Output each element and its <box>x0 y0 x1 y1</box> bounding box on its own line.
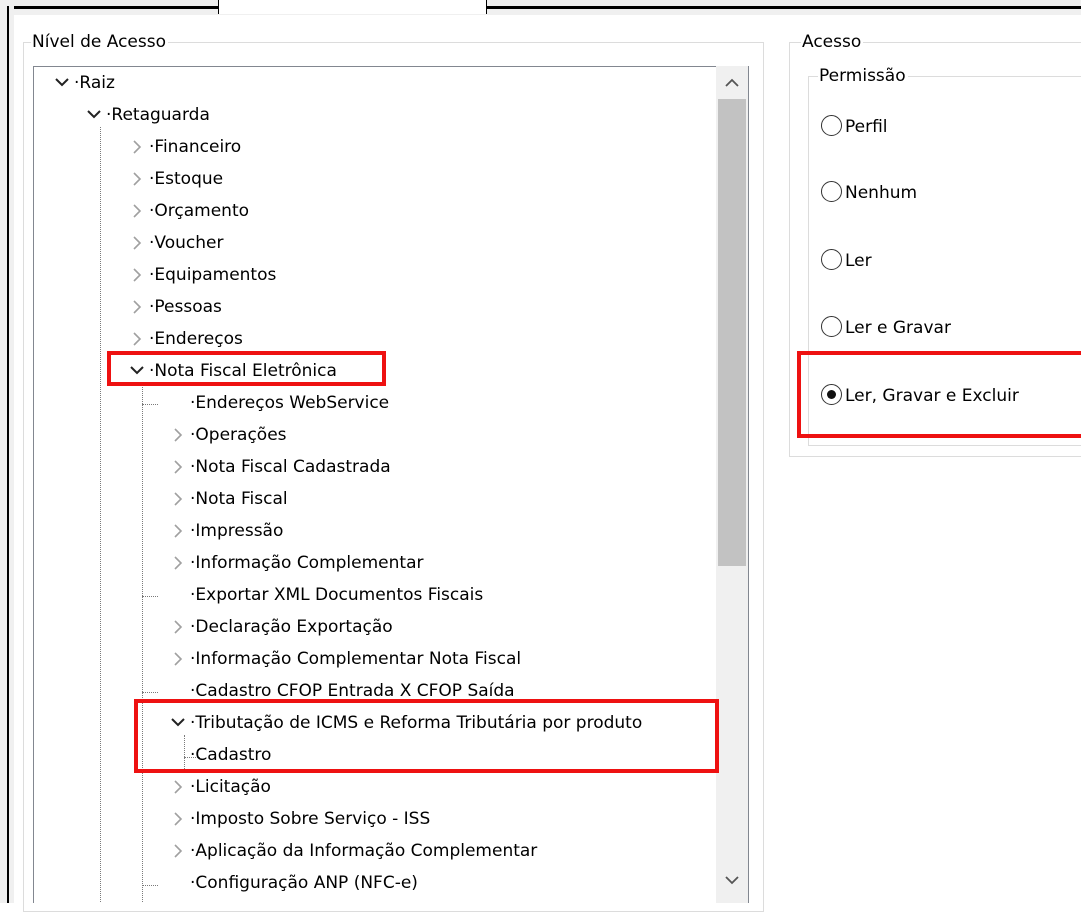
tree-item-label: ·Aplicação da Informação Complementar <box>190 841 538 861</box>
tree-item[interactable]: ·Exportar XML Documentos Fiscais <box>34 579 748 611</box>
chevron-right-icon[interactable] <box>170 451 186 483</box>
access-title: Acesso <box>801 31 864 53</box>
highlight-box <box>107 351 386 386</box>
chevron-right-icon[interactable] <box>170 483 186 515</box>
chevron-right-icon[interactable] <box>170 419 186 451</box>
tree-item[interactable]: ·Aplicação da Informação Complementar <box>34 835 748 867</box>
permission-option[interactable]: Ler <box>821 246 1061 276</box>
chevron-right-icon[interactable] <box>170 643 186 675</box>
scroll-thumb[interactable] <box>718 99 746 566</box>
radio-button[interactable] <box>821 316 842 337</box>
tree-item-label: ·Operações <box>190 425 287 445</box>
tree-item[interactable]: ·Endereços WebService <box>34 387 748 419</box>
access-level-title: Nível de Acesso <box>31 31 168 53</box>
tree-item-label: ·Nota Fiscal <box>190 489 288 509</box>
chevron-right-icon[interactable] <box>129 259 145 291</box>
tree-item[interactable]: ·Configuração ANP (NFC-e) <box>34 867 748 899</box>
chevron-right-icon[interactable] <box>170 771 186 803</box>
radio-button[interactable] <box>821 181 842 202</box>
tree-item-label: ·Informação Complementar Nota Fiscal <box>190 649 522 669</box>
access-tree[interactable]: ·Raiz ·Retaguarda ·Financeiro ·Estoque ·Orça… <box>33 66 749 903</box>
tree-item-label: ·Exportar XML Documentos Fiscais <box>190 585 484 605</box>
tree-item-label: ·Financeiro <box>149 137 242 157</box>
chevron-down-icon[interactable] <box>54 67 70 99</box>
tree-item-label: ·Equipamentos <box>149 265 277 285</box>
tree-item[interactable]: ·Informação Complementar <box>34 547 748 579</box>
tree-item-label: ·Imposto Sobre Serviço - ISS <box>190 809 431 829</box>
tree-item[interactable]: ·Imposto Sobre Serviço - ISS <box>34 803 748 835</box>
tree-item[interactable]: ·Informação Complementar Nota Fiscal <box>34 643 748 675</box>
tree-item[interactable]: ·Financeiro <box>34 131 748 163</box>
tree-item-label: ·Nota Fiscal Cadastrada <box>190 457 391 477</box>
tree-item-label: ·Impressão <box>190 521 284 541</box>
tree-item[interactable]: ·Orçamento <box>34 195 748 227</box>
chevron-right-icon[interactable] <box>129 227 145 259</box>
highlight-box <box>134 699 719 773</box>
tree-item[interactable]: ·Pessoas <box>34 291 748 323</box>
tree-item-label: ·Configuração ANP (NFC-e) <box>190 873 418 893</box>
chevron-right-icon[interactable] <box>129 163 145 195</box>
tree-item[interactable]: ·Impressão <box>34 515 748 547</box>
tree-item-label: ·Orçamento <box>149 201 250 221</box>
permission-option[interactable]: Perfil <box>821 112 1061 142</box>
tree-item[interactable]: ·Estoque <box>34 163 748 195</box>
permission-option[interactable]: Ler e Gravar <box>821 313 1061 343</box>
tree-item[interactable]: ·Equipamentos <box>34 259 748 291</box>
tree-item[interactable]: ·Declaração Exportação <box>34 611 748 643</box>
tree-item-label: ·Informação Complementar <box>190 553 424 573</box>
chevron-right-icon[interactable] <box>170 515 186 547</box>
tree-item-label: ·Licitação <box>190 777 271 797</box>
window-left-edge <box>0 0 14 903</box>
tree-item-label: ·Retaguarda <box>106 105 210 125</box>
tree-item[interactable]: ·Operações <box>34 419 748 451</box>
tree-item[interactable]: ·Nota Fiscal <box>34 483 748 515</box>
chevron-right-icon[interactable] <box>129 131 145 163</box>
radio-label: Ler <box>845 251 872 271</box>
chevron-down-icon[interactable] <box>86 99 102 131</box>
tree-item[interactable]: ·Raiz <box>34 67 748 99</box>
radio-button[interactable] <box>821 115 842 136</box>
radio-label: Nenhum <box>845 183 918 203</box>
chevron-up-icon[interactable] <box>716 66 748 98</box>
chevron-right-icon[interactable] <box>170 611 186 643</box>
tree-item[interactable]: ·Nota Fiscal Cadastrada <box>34 451 748 483</box>
tree-item-label: ·Endereços WebService <box>190 393 390 413</box>
permission-option[interactable]: Nenhum <box>821 178 1061 208</box>
tree-item-label: ·Pessoas <box>149 297 222 317</box>
tree-item[interactable]: ·Voucher <box>34 227 748 259</box>
chevron-right-icon[interactable] <box>170 835 186 867</box>
radio-button[interactable] <box>821 249 842 270</box>
highlight-box <box>797 351 1081 438</box>
window-top-border <box>0 6 1081 9</box>
tree-item[interactable]: ·Retaguarda <box>34 99 748 131</box>
tree-item-label: ·Raiz <box>74 73 115 93</box>
tree-item-label: ·Voucher <box>149 233 224 253</box>
tree-item-label: ·Declaração Exportação <box>190 617 393 637</box>
tree-item-label: ·Estoque <box>149 169 224 189</box>
active-tab-edge <box>218 0 487 14</box>
radio-label: Perfil <box>845 117 888 137</box>
permission-title: Permissão <box>818 65 908 87</box>
chevron-right-icon[interactable] <box>170 803 186 835</box>
tree-item[interactable]: ·Licitação <box>34 771 748 803</box>
window-left-border <box>7 6 9 903</box>
chevron-down-icon[interactable] <box>716 865 748 897</box>
chevron-right-icon[interactable] <box>129 291 145 323</box>
chevron-right-icon[interactable] <box>170 547 186 579</box>
chevron-right-icon[interactable] <box>129 195 145 227</box>
window-top-edge <box>0 0 1081 15</box>
radio-label: Ler e Gravar <box>845 318 951 338</box>
